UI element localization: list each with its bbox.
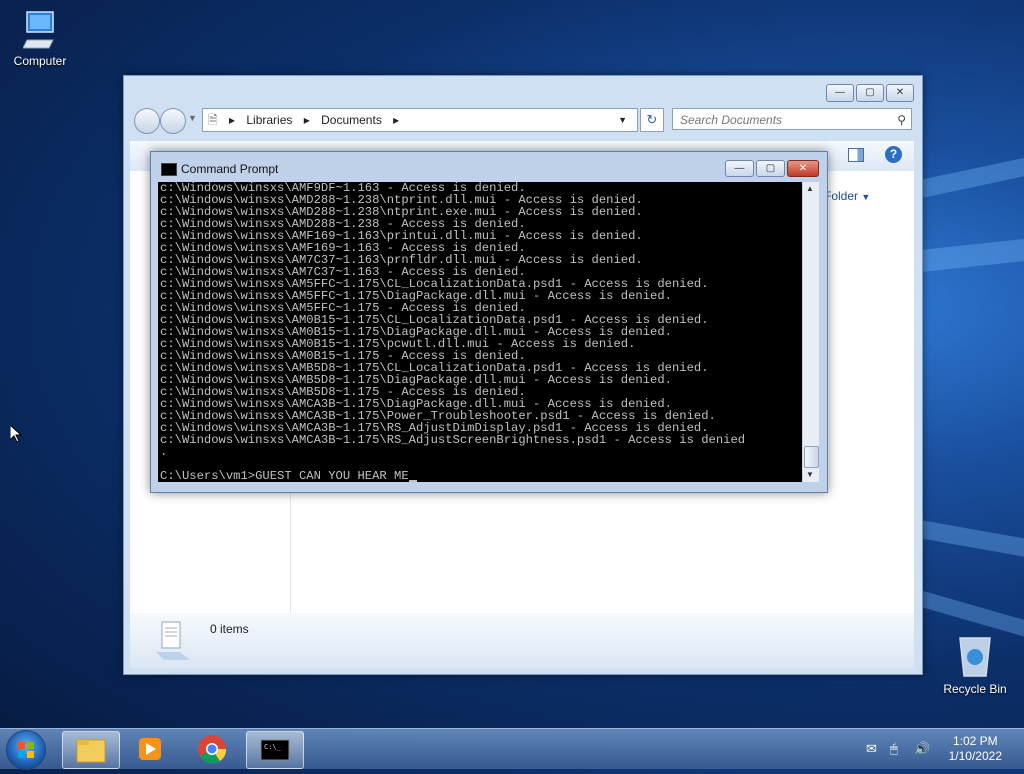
back-button[interactable]	[134, 108, 160, 134]
wallpaper-beam	[920, 146, 1024, 198]
item-count: 0 items	[210, 622, 249, 636]
volume-icon[interactable]: 🔊	[914, 741, 930, 757]
console-line: c:\Windows\winsxs\AMCA3B~1.175\RS_Adjust…	[160, 433, 746, 447]
system-clock[interactable]: 1:02 PM 1/10/2022	[949, 734, 1002, 764]
search-placeholder: Search Documents	[680, 113, 783, 127]
clock-time: 1:02 PM	[952, 734, 998, 748]
chrome-icon	[198, 735, 227, 764]
action-center-icon[interactable]: ✉	[866, 741, 877, 757]
breadcrumb-separator-icon: ▸	[303, 113, 310, 127]
maximize-button[interactable]: ▢	[756, 160, 785, 177]
search-icon: ⚲	[897, 113, 906, 127]
window-title: Command Prompt	[181, 162, 279, 176]
scroll-thumb[interactable]	[804, 446, 819, 468]
address-dropdown-icon[interactable]: ▼	[618, 109, 627, 131]
text-cursor	[408, 470, 417, 482]
start-button[interactable]	[6, 730, 46, 770]
preview-pane-icon[interactable]	[848, 148, 864, 162]
minimize-button[interactable]: —	[826, 84, 854, 102]
wallpaper-beam	[916, 520, 1024, 566]
cmd-icon	[161, 163, 177, 176]
close-button[interactable]: ✕	[886, 84, 914, 102]
desktop-icon-label: Computer	[13, 54, 67, 68]
desktop-icon-label: Recycle Bin	[943, 682, 1007, 696]
computer-icon	[22, 10, 57, 50]
breadcrumb-libraries[interactable]: Libraries	[246, 113, 292, 127]
mouse-cursor-icon	[9, 423, 23, 448]
breadcrumb-separator-icon: ▸	[229, 113, 236, 127]
cmd-icon: C:\_	[260, 739, 290, 761]
taskbar-cmd-button[interactable]: C:\_	[246, 731, 304, 769]
breadcrumb-separator-icon: ▸	[393, 113, 400, 127]
taskbar-media-player-button[interactable]	[122, 731, 178, 767]
search-input[interactable]: Search Documents ⚲	[672, 108, 912, 130]
cmd-window-controls: — ▢ ✕	[725, 160, 819, 177]
media-player-icon	[139, 738, 161, 760]
folder-icon	[76, 739, 106, 763]
maximize-button[interactable]: ▢	[856, 84, 884, 102]
dropdown-arrow-icon: ▼	[861, 192, 871, 202]
recycle-bin-icon	[955, 632, 995, 678]
svg-text:C:\_: C:\_	[264, 743, 282, 751]
forward-button[interactable]	[160, 108, 186, 134]
address-bar[interactable]: 🗎 ▸ Libraries ▸ Documents ▸ ▼	[202, 108, 638, 132]
documents-icon	[150, 618, 194, 667]
windows-logo-icon	[18, 742, 34, 758]
minimize-button[interactable]: —	[725, 160, 754, 177]
desktop-icon-recycle-bin[interactable]: Recycle Bin	[935, 632, 1015, 696]
taskbar-explorer-button[interactable]	[62, 731, 120, 769]
clock-date: 1/10/2022	[948, 749, 1002, 763]
command-prompt-window: Command Prompt — ▢ ✕ c:\Windows\winsxs\A…	[150, 151, 828, 493]
folder-icon: 🗎	[208, 113, 218, 127]
console-line: C:\Users\vm1>GUEST CAN YOU HEAR ME	[160, 470, 802, 482]
vertical-scrollbar[interactable]: ▲ ▼	[802, 182, 819, 482]
close-button[interactable]: ✕	[787, 160, 819, 177]
console-line: .	[160, 445, 168, 459]
details-pane: 0 items	[130, 613, 914, 668]
refresh-button[interactable]: ↻	[640, 108, 664, 132]
recent-pages-dropdown-icon[interactable]: ▼	[188, 113, 197, 123]
scroll-up-icon[interactable]: ▲	[806, 184, 814, 193]
network-icon[interactable]: 🖱	[890, 741, 898, 757]
arrange-by-folder-button[interactable]: Folder ▼	[824, 189, 870, 203]
taskbar-chrome-button[interactable]	[184, 731, 240, 767]
desktop-icon-computer[interactable]: Computer	[0, 10, 80, 68]
explorer-window-controls: — ▢ ✕	[826, 84, 914, 102]
taskbar: C:\_ ✉ 🖱 🔊 1:02 PM 1/10/2022	[0, 728, 1024, 770]
wallpaper-beam	[920, 233, 1024, 272]
help-icon[interactable]: ?	[885, 146, 902, 163]
console-output[interactable]: c:\Windows\winsxs\AMF9DF~1.163 - Access …	[158, 182, 802, 482]
breadcrumb-documents[interactable]: Documents	[321, 113, 382, 127]
scroll-down-icon[interactable]: ▼	[806, 470, 814, 479]
